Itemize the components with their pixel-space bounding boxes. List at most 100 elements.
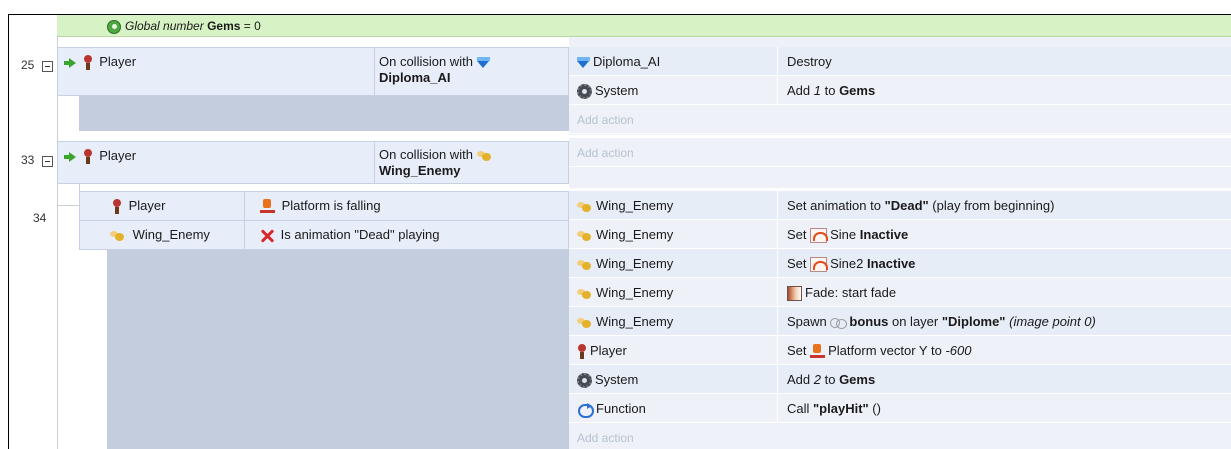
- globe-icon: [107, 19, 121, 34]
- action-segment: Set: [787, 227, 811, 242]
- action-row[interactable]: System Add 2 to Gems: [569, 365, 1231, 394]
- action-row[interactable]: Wing_Enemy Spawn bonus on layer "Diplome"…: [569, 307, 1231, 336]
- global-variable-row[interactable]: Global number Gems = 0: [57, 15, 1231, 37]
- sine-behavior-icon: [810, 257, 829, 273]
- condition-object: Wing_Enemy: [132, 227, 210, 242]
- player-sprite-icon: [112, 199, 122, 215]
- blue-gem-icon: [577, 57, 590, 69]
- action-object[interactable]: System: [577, 372, 639, 389]
- collapse-toggle-33[interactable]: [42, 156, 53, 167]
- action-segment: "Dead": [884, 198, 929, 213]
- action-object[interactable]: Wing_Enemy: [577, 285, 673, 300]
- condition-target: Diploma_AI: [379, 70, 451, 85]
- event-number-34: 34: [33, 211, 47, 225]
- action-object[interactable]: Wing_Enemy: [577, 198, 673, 213]
- action-text[interactable]: Call "playHit" (): [787, 401, 881, 416]
- action-object-name: Wing_Enemy: [596, 314, 674, 329]
- action-segment: to: [820, 372, 840, 387]
- condition-target: Wing_Enemy: [379, 163, 461, 178]
- action-row[interactable]: Wing_Enemy Set animation to "Dead" (play …: [569, 191, 1231, 220]
- condition-row[interactable]: Player: [112, 198, 166, 215]
- action-object[interactable]: Function: [577, 401, 646, 418]
- player-sprite-icon: [83, 149, 93, 165]
- action-row[interactable]: Diploma_AI Destroy: [569, 47, 1231, 76]
- condition-divider: [374, 48, 375, 95]
- condition-object: Player: [128, 198, 166, 213]
- action-segment: Platform vector Y to: [828, 343, 946, 358]
- global-variable-label: Global number Gems = 0: [125, 19, 261, 33]
- action-text[interactable]: Add 1 to Gems: [787, 83, 875, 98]
- action-segment: "Diplome": [941, 314, 1006, 329]
- action-row[interactable]: System Add 1 to Gems: [569, 76, 1231, 105]
- action-row[interactable]: Wing_Enemy Set Sine Inactive: [569, 220, 1231, 249]
- wing-enemy-icon: [577, 317, 593, 329]
- action-object[interactable]: Wing_Enemy: [577, 256, 673, 271]
- action-row[interactable]: Function Call "playHit" (): [569, 394, 1231, 423]
- action-object[interactable]: Wing_Enemy: [577, 314, 673, 329]
- action-column-divider: [777, 336, 778, 364]
- action-text[interactable]: Set Sine2 Inactive: [787, 256, 915, 273]
- action-object-name: Wing_Enemy: [596, 285, 674, 300]
- add-action-row[interactable]: Add action: [569, 423, 1231, 449]
- action-segment: (image point 0): [1009, 314, 1096, 329]
- action-object[interactable]: Wing_Enemy: [577, 227, 673, 242]
- action-row[interactable]: Wing_Enemy Fade: start fade: [569, 278, 1231, 307]
- action-object-name: Wing_Enemy: [596, 227, 674, 242]
- add-action-link[interactable]: Add action: [577, 431, 634, 445]
- condition-text[interactable]: On collision with Diploma_AI: [379, 54, 493, 86]
- wing-enemy-icon: [577, 201, 593, 213]
- action-object-name: System: [595, 83, 639, 98]
- collapse-toggle-25[interactable]: [42, 61, 53, 72]
- action-segment: "playHit": [813, 401, 869, 416]
- blue-gem-icon: [476, 57, 490, 69]
- action-text[interactable]: Set animation to "Dead" (play from begin…: [787, 198, 1054, 213]
- action-object[interactable]: System: [577, 83, 639, 100]
- event-25-empty-area: [79, 96, 569, 131]
- action-object[interactable]: Diploma_AI: [577, 54, 660, 69]
- action-object-name: Player: [590, 343, 627, 358]
- action-segment: Call: [787, 401, 814, 416]
- action-object-name: Function: [596, 401, 646, 416]
- add-action-link[interactable]: Add action: [577, 113, 634, 127]
- event-25-conditions[interactable]: Player On collision with Diploma_AI: [57, 47, 569, 96]
- action-text[interactable]: Add 2 to Gems: [787, 372, 875, 387]
- green-arrow-icon: [64, 57, 76, 68]
- condition-label: Is animation "Dead" playing: [280, 227, 440, 242]
- gutter-line: [57, 37, 58, 449]
- event-34-empty-area: [107, 250, 569, 449]
- add-action-link[interactable]: Add action: [577, 146, 634, 160]
- action-segment: Sine: [830, 227, 860, 242]
- condition-row[interactable]: Wing_Enemy: [110, 227, 210, 242]
- action-row[interactable]: Player Set Platform vector Y to -600: [569, 336, 1231, 365]
- add-action-row[interactable]: Add action: [569, 105, 1231, 134]
- action-text[interactable]: Set Platform vector Y to -600: [787, 343, 971, 359]
- action-text[interactable]: Set Sine Inactive: [787, 227, 908, 244]
- event-33-conditions[interactable]: Player On collision with Wing_Enemy: [57, 141, 569, 184]
- action-row[interactable]: Wing_Enemy Set Sine2 Inactive: [569, 249, 1231, 278]
- event-34-conditions[interactable]: Player Platform is falling Wing_Enemy Is…: [79, 191, 569, 250]
- green-arrow-icon: [64, 151, 76, 162]
- add-action-row[interactable]: Add action: [569, 138, 1231, 167]
- event-sheet: Global number Gems = 0 25 Player On coll…: [8, 14, 1231, 449]
- condition-label: On collision with: [379, 54, 473, 69]
- tree-connector: [57, 205, 79, 206]
- action-object[interactable]: Player: [577, 343, 627, 360]
- action-segment: (play from beginning): [928, 198, 1055, 213]
- action-segment: 2: [813, 372, 821, 387]
- action-text[interactable]: Fade: start fade: [787, 285, 896, 302]
- action-text[interactable]: Spawn bonus on layer "Diplome" (image po…: [787, 314, 1096, 330]
- action-segment: bonus: [849, 314, 889, 329]
- action-segment: Set: [787, 343, 811, 358]
- action-text[interactable]: Destroy: [787, 54, 832, 69]
- action-object-name: System: [595, 372, 639, 387]
- action-segment: Gems: [839, 83, 876, 98]
- condition-text[interactable]: On collision with Wing_Enemy: [379, 147, 496, 179]
- action-segment: on layer: [888, 314, 942, 329]
- condition-text[interactable]: Platform is falling: [260, 198, 381, 214]
- action-segment: Sine2: [830, 256, 867, 271]
- action-segment: Spawn: [787, 314, 831, 329]
- condition-row[interactable]: Player: [64, 54, 136, 71]
- condition-text[interactable]: Is animation "Dead" playing: [260, 227, 440, 243]
- action-object-name: Wing_Enemy: [596, 198, 674, 213]
- condition-row[interactable]: Player: [64, 148, 136, 165]
